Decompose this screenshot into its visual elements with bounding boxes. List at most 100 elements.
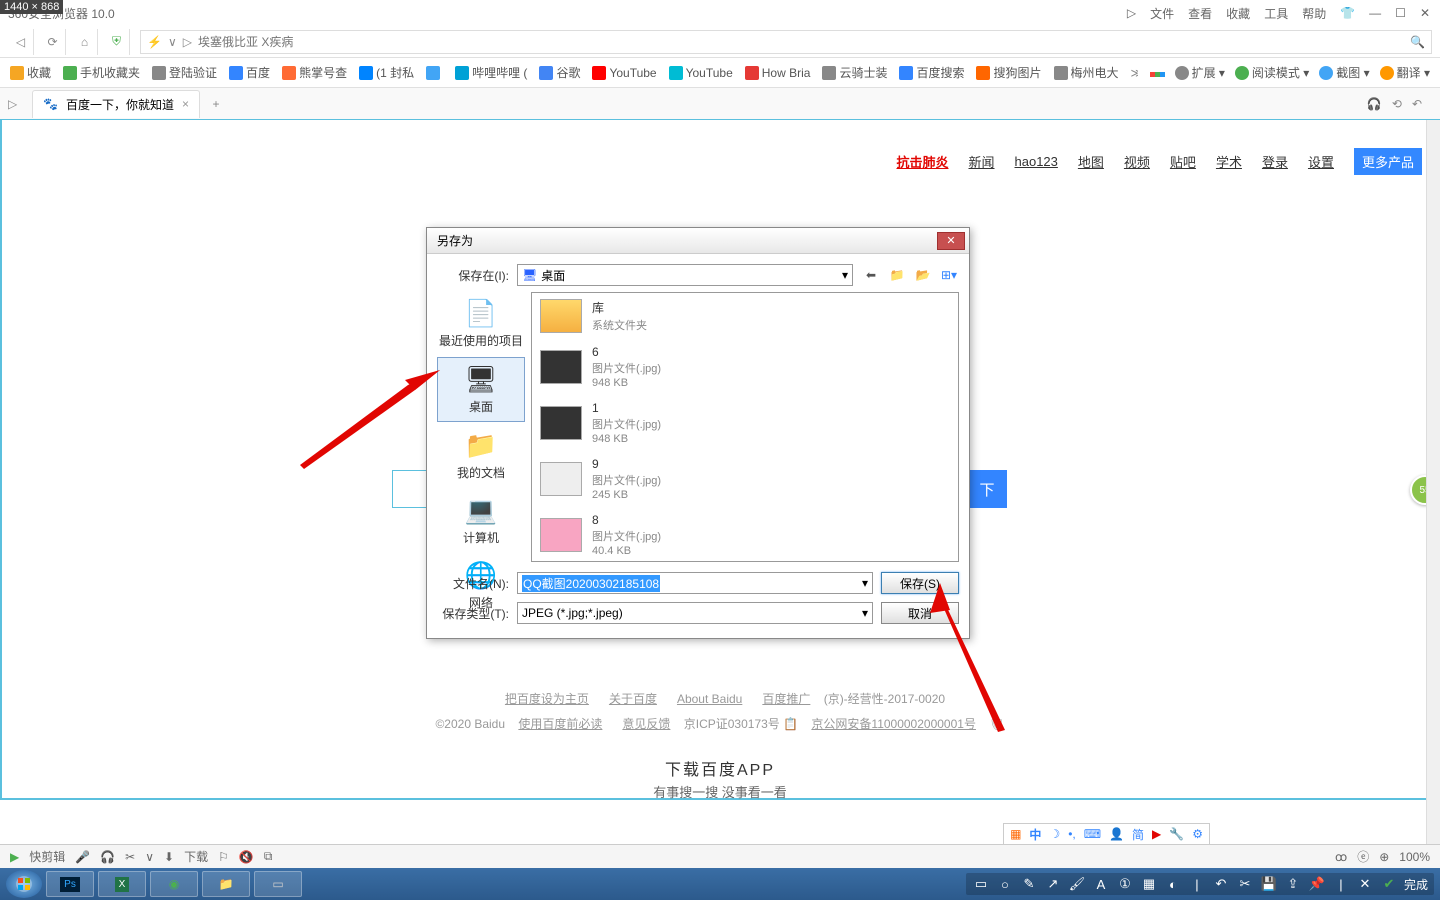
tool-cut-icon[interactable]: ✂: [1236, 875, 1254, 893]
nav-地图[interactable]: 地图: [1078, 152, 1104, 171]
chevron-down-icon[interactable]: ▾: [862, 576, 868, 590]
bookmark-8[interactable]: 谷歌: [539, 64, 580, 81]
file-item-3[interactable]: 9图片文件(.jpg)245 KB: [532, 451, 958, 507]
status-downloads[interactable]: 下载: [184, 848, 208, 865]
sidebar-button[interactable]: ▷: [8, 97, 32, 111]
person-icon[interactable]: 👤: [1109, 827, 1124, 841]
tool-done-label[interactable]: 完成: [1404, 876, 1428, 893]
gongan-link[interactable]: 京公网安备11000002000001号: [811, 717, 976, 731]
bookmark-5[interactable]: (1 封私: [359, 64, 414, 81]
bm-right-1[interactable]: 阅读模式 ▾: [1235, 64, 1309, 81]
nav-设置[interactable]: 设置: [1308, 152, 1334, 171]
place-2[interactable]: 📁我的文档: [437, 424, 525, 487]
address-bar[interactable]: ⚡ ∨ ▷ 🔍: [140, 30, 1432, 54]
keyboard-icon[interactable]: ⌨: [1084, 827, 1101, 841]
more-products-button[interactable]: 更多产品: [1354, 148, 1422, 175]
file-list[interactable]: 库系统文件夹6图片文件(.jpg)948 KB1图片文件(.jpg)948 KB…: [531, 292, 959, 562]
bookmark-1[interactable]: 手机收藏夹: [63, 64, 140, 81]
bookmark-6[interactable]: [426, 66, 443, 80]
footer-link[interactable]: About Baidu: [677, 692, 742, 706]
forward-icon[interactable]: ▷: [183, 35, 192, 49]
tool-arrow-icon[interactable]: ↗: [1044, 875, 1062, 893]
gear-icon[interactable]: ⚙: [1192, 827, 1203, 841]
bookmark-10[interactable]: YouTube: [669, 66, 733, 80]
bookmark-7[interactable]: 哔哩哔哩 (: [455, 64, 527, 81]
footer-link[interactable]: 关于百度: [609, 692, 657, 706]
ime-toolbar[interactable]: ▦ 中 ☽ •, ⌨ 👤 简 ▶ 🔧 ⚙: [1003, 823, 1210, 845]
tool-num-icon[interactable]: ①: [1116, 875, 1134, 893]
footer-link[interactable]: 使用百度前必读: [518, 717, 602, 731]
caret-icon[interactable]: ▷: [1127, 6, 1136, 20]
bookmark-9[interactable]: YouTube: [592, 66, 656, 80]
save-button[interactable]: 保存(S): [881, 572, 959, 594]
flag-icon[interactable]: ⚐: [218, 850, 229, 864]
bookmark-12[interactable]: 云骑士装: [822, 64, 887, 81]
bookmark-11[interactable]: How Bria: [745, 66, 811, 80]
chevron-down-icon[interactable]: ∨: [145, 850, 154, 864]
mute-icon[interactable]: 🔇: [239, 850, 254, 864]
menu-favorites[interactable]: 收藏: [1226, 5, 1250, 22]
nav-抗击肺炎[interactable]: 抗击肺炎: [896, 152, 948, 171]
bm-right-3[interactable]: 翻译 ▾: [1380, 64, 1430, 81]
taskbar-ps[interactable]: Ps: [46, 871, 94, 897]
url-input[interactable]: [198, 35, 1410, 49]
menu-help[interactable]: 帮助: [1302, 5, 1326, 22]
bookmarks-more[interactable]: ≫: [1131, 66, 1138, 80]
taskbar-excel[interactable]: X: [98, 871, 146, 897]
headphones-icon[interactable]: 🎧: [1367, 97, 1382, 111]
tool-pen-icon[interactable]: ✎: [1020, 875, 1038, 893]
dialog-close-button[interactable]: ✕: [937, 232, 965, 250]
tool-brush-icon[interactable]: 🖌: [1068, 875, 1086, 893]
tool-circle-icon[interactable]: ○: [996, 875, 1014, 893]
file-item-4[interactable]: 8图片文件(.jpg)40.4 KB: [532, 507, 958, 562]
bookmark-3[interactable]: 百度: [229, 64, 270, 81]
tool-pin-icon[interactable]: 📌: [1308, 875, 1326, 893]
zoom-icon[interactable]: ⊕: [1379, 850, 1389, 864]
nav-新闻[interactable]: 新闻: [968, 152, 994, 171]
footer-link[interactable]: 百度推广: [762, 692, 810, 706]
file-item-2[interactable]: 1图片文件(.jpg)948 KB: [532, 395, 958, 451]
back-nav-icon[interactable]: ⬅: [861, 265, 881, 285]
tool-save-icon[interactable]: 💾: [1260, 875, 1278, 893]
up-level-icon[interactable]: 📁: [887, 265, 907, 285]
nav-登录[interactable]: 登录: [1262, 152, 1288, 171]
maximize-button[interactable]: ☐: [1395, 6, 1406, 20]
ime-mode[interactable]: 简: [1132, 826, 1144, 843]
nav-视频[interactable]: 视频: [1124, 152, 1150, 171]
tab-baidu[interactable]: 🐾 百度一下，你就知道 ×: [32, 90, 200, 118]
rotate-icon[interactable]: ⟲: [1392, 97, 1402, 111]
minimize-button[interactable]: ―: [1369, 6, 1381, 20]
tool-undo-icon[interactable]: ↶: [1212, 875, 1230, 893]
view-menu-icon[interactable]: ⊞▾: [939, 265, 959, 285]
back-button[interactable]: ◁: [8, 29, 34, 55]
shield-icon[interactable]: ⛨: [104, 29, 130, 55]
tool-share-icon[interactable]: ⇪: [1284, 875, 1302, 893]
file-item-0[interactable]: 库系统文件夹: [532, 293, 958, 339]
menu-view[interactable]: 查看: [1188, 5, 1212, 22]
nav-学术[interactable]: 学术: [1216, 152, 1242, 171]
pip-icon[interactable]: ⧉: [264, 849, 273, 864]
new-tab-button[interactable]: +: [204, 92, 228, 116]
place-0[interactable]: 📄最近使用的项目: [437, 292, 525, 355]
tool-check-icon[interactable]: ✔: [1380, 875, 1398, 893]
taskbar-explorer[interactable]: 📁: [202, 871, 250, 897]
chevron-down-icon[interactable]: ∨: [168, 35, 177, 49]
moon-icon[interactable]: ☽: [1049, 827, 1060, 841]
mic-icon[interactable]: 🎤: [75, 850, 90, 864]
scissors-icon[interactable]: ✂: [125, 850, 135, 864]
tool-blur-icon[interactable]: ▦: [1140, 875, 1158, 893]
filename-input[interactable]: QQ截图20200302185108 ▾: [517, 572, 873, 594]
vertical-scrollbar[interactable]: [1426, 120, 1440, 844]
start-button[interactable]: [6, 870, 42, 898]
ime-lang[interactable]: 中: [1029, 826, 1041, 843]
new-folder-icon[interactable]: 📂: [913, 265, 933, 285]
place-1[interactable]: 🖥桌面: [437, 357, 525, 422]
refresh-button[interactable]: ⟳: [40, 29, 66, 55]
browser-icon[interactable]: ⓔ: [1357, 848, 1369, 865]
status-left[interactable]: 快剪辑: [29, 848, 65, 865]
bookmark-15[interactable]: 梅州电大: [1054, 64, 1119, 81]
bookmark-13[interactable]: 百度搜索: [899, 64, 964, 81]
taskbar-app[interactable]: ▭: [254, 871, 302, 897]
taskbar-browser[interactable]: ◉: [150, 871, 198, 897]
menu-file[interactable]: 文件: [1150, 5, 1174, 22]
